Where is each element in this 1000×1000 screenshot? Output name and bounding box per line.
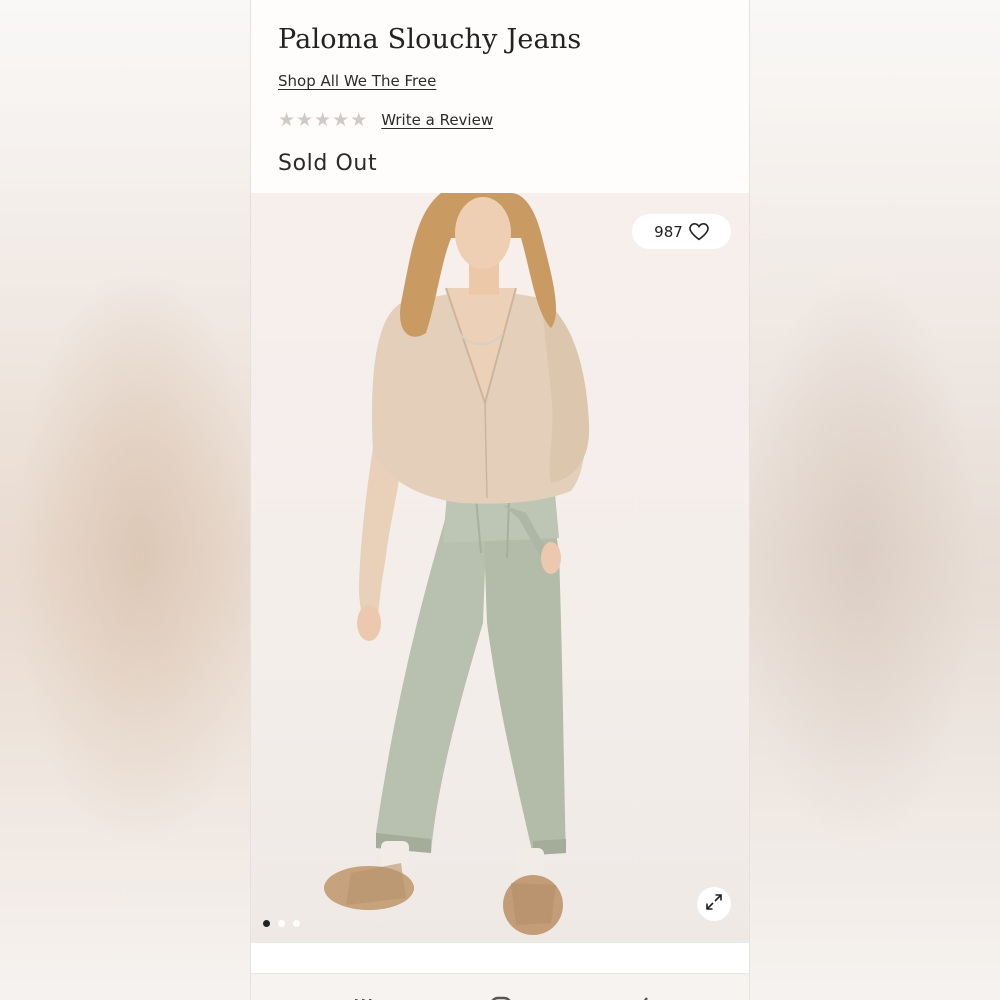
expand-arrows-icon [705, 893, 723, 915]
heart-outline-icon [688, 222, 709, 241]
product-title: Paloma Slouchy Jeans [278, 24, 582, 55]
carousel-pagination [263, 920, 300, 927]
rating-row: ★ ★ ★ ★ ★ Write a Review [278, 108, 493, 132]
home-icon[interactable] [489, 992, 513, 1000]
carousel-dot-3[interactable] [293, 920, 300, 927]
star-icon: ★ [314, 108, 332, 131]
blurred-left-panel [0, 0, 250, 1000]
like-button[interactable]: 987 [632, 214, 731, 249]
carousel-dot-1[interactable] [263, 920, 270, 927]
blurred-right-panel [750, 0, 1000, 1000]
product-header: Paloma Slouchy Jeans Shop All We The Fre… [251, 0, 749, 193]
product-image-gallery[interactable]: 987 [251, 193, 749, 943]
star-icon: ★ [350, 108, 368, 131]
product-photo [324, 193, 590, 935]
content-below-gallery [251, 943, 749, 973]
phone-screen: Paloma Slouchy Jeans Shop All We The Fre… [250, 0, 750, 1000]
system-navigation-bar [251, 973, 749, 1000]
like-count: 987 [654, 222, 683, 241]
recent-apps-icon[interactable] [351, 992, 375, 1000]
star-icon: ★ [278, 108, 296, 131]
star-icon: ★ [296, 108, 314, 131]
back-icon[interactable] [631, 992, 655, 1000]
carousel-dot-2[interactable] [278, 920, 285, 927]
star-icon: ★ [332, 108, 350, 131]
shop-brand-link[interactable]: Shop All We The Free [278, 72, 436, 90]
availability-status: Sold Out [278, 151, 378, 176]
rating-stars[interactable]: ★ ★ ★ ★ ★ [278, 108, 368, 131]
write-review-link[interactable]: Write a Review [381, 111, 493, 129]
expand-image-button[interactable] [697, 887, 731, 921]
